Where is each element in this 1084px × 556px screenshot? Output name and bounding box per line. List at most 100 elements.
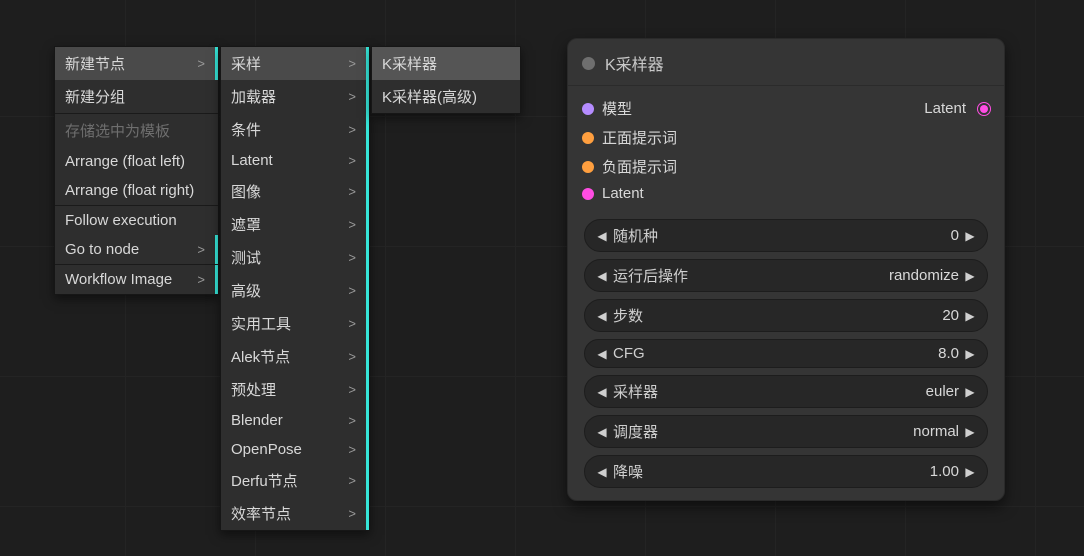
param-value[interactable]: 20 (942, 307, 959, 324)
node-title-bar[interactable]: K采样器 (568, 39, 1004, 86)
menu-item[interactable]: Follow execution (55, 206, 218, 235)
menu-item-label: 新建分组 (65, 86, 125, 107)
menu-item[interactable]: 实用工具> (221, 307, 369, 340)
menu-item[interactable]: 预处理 > (221, 373, 369, 406)
chevron-right-icon[interactable]: ▶ (961, 347, 979, 361)
menu-item-label: Derfu节点 (231, 470, 298, 491)
output-port-latent[interactable] (980, 105, 988, 113)
param-value[interactable]: 8.0 (938, 345, 959, 362)
chevron-right-icon: > (348, 382, 356, 397)
input-port-model[interactable] (582, 103, 594, 115)
menu-item[interactable]: OpenPose > (221, 435, 369, 464)
param-row[interactable]: ◀降噪 1.00▶ (584, 455, 988, 488)
param-row[interactable]: ◀步数20▶ (584, 299, 988, 332)
context-menu-categories[interactable]: 采样>加载器>条件>Latent>图像>遮罩>测试>高级>实用工具>Alek节点… (220, 46, 370, 531)
menu-item[interactable]: 新建分组 (55, 80, 218, 113)
param-row[interactable]: ◀CFG 8.0▶ (584, 339, 988, 368)
input-port-latent[interactable] (582, 188, 594, 200)
chevron-left-icon[interactable]: ◀ (593, 229, 611, 243)
menu-item[interactable]: 加载器 > (221, 80, 369, 113)
menu-item-label: 加载器 (231, 86, 276, 107)
node-params: ◀随机种0▶◀运行后操作randomize▶◀步数20▶◀CFG8.0▶◀采样器… (568, 208, 1004, 488)
menu-item-label: 存储选中为模板 (65, 120, 170, 141)
chevron-right-icon[interactable]: ▶ (961, 269, 979, 283)
chevron-left-icon[interactable]: ◀ (593, 425, 611, 439)
chevron-right-icon[interactable]: ▶ (961, 309, 979, 323)
param-value[interactable]: 0 (951, 227, 959, 244)
menu-item[interactable]: 图像> (221, 175, 369, 208)
menu-item: 存储选中为模板 (55, 114, 218, 147)
chevron-right-icon: > (197, 56, 205, 71)
param-row[interactable]: ◀采样器euler▶ (584, 375, 988, 408)
node-panel-ksampler[interactable]: K采样器 模型 Latent 正面提示词 负面提示词 (567, 38, 1005, 501)
menu-item[interactable]: 高级> (221, 274, 369, 307)
chevron-right-icon[interactable]: ▶ (961, 229, 979, 243)
chevron-right-icon: > (197, 242, 205, 257)
chevron-right-icon: > (348, 89, 356, 104)
menu-item-label: 实用工具 (231, 313, 291, 334)
menu-item-label: 遮罩 (231, 214, 261, 235)
param-label: 运行后操作 (613, 265, 688, 286)
menu-item-label: 高级 (231, 280, 261, 301)
menu-item[interactable]: Latent> (221, 146, 369, 175)
chevron-right-icon: > (348, 413, 356, 428)
menu-item[interactable]: K采样器(高级) (372, 80, 520, 113)
input-port-negative[interactable] (582, 161, 594, 173)
chevron-right-icon[interactable]: ▶ (961, 385, 979, 399)
menu-item[interactable]: Arrange (float right) (55, 176, 218, 205)
param-value[interactable]: normal (913, 423, 959, 440)
menu-item-label: K采样器 (382, 53, 437, 74)
menu-item-label: 采样 (231, 53, 261, 74)
input-port-positive[interactable] (582, 132, 594, 144)
input-label: 正面提示词 (602, 127, 677, 148)
menu-item[interactable]: Derfu节点> (221, 464, 369, 497)
chevron-left-icon[interactable]: ◀ (593, 347, 611, 361)
menu-item-label: Go to node (65, 241, 139, 258)
context-menu-nodes[interactable]: K采样器 K采样器(高级) (371, 46, 521, 114)
chevron-left-icon[interactable]: ◀ (593, 385, 611, 399)
param-label: 随机种 (613, 225, 658, 246)
node-io-area: 模型 Latent 正面提示词 负面提示词 Latent (568, 86, 1004, 208)
output-label: Latent (924, 100, 966, 117)
menu-item-label: OpenPose (231, 441, 302, 458)
menu-item[interactable]: Alek节点> (221, 340, 369, 373)
chevron-right-icon[interactable]: ▶ (961, 425, 979, 439)
param-value[interactable]: randomize (889, 267, 959, 284)
node-title: K采样器 (605, 51, 664, 75)
menu-item[interactable]: 遮罩> (221, 208, 369, 241)
chevron-right-icon: > (348, 250, 356, 265)
menu-item-label: Alek节点 (231, 346, 290, 367)
chevron-left-icon[interactable]: ◀ (593, 465, 611, 479)
menu-item[interactable]: Go to node > (55, 235, 218, 264)
menu-item[interactable]: 新建节点 > (55, 47, 218, 80)
input-label: 模型 (602, 98, 632, 119)
menu-item[interactable]: Workflow Image> (55, 265, 218, 294)
chevron-right-icon: > (348, 153, 356, 168)
menu-item[interactable]: K采样器 (372, 47, 520, 80)
param-value[interactable]: 1.00 (930, 463, 959, 480)
chevron-right-icon: > (348, 442, 356, 457)
menu-item-label: Arrange (float left) (65, 153, 185, 170)
menu-item-label: 新建节点 (65, 53, 125, 74)
param-value[interactable]: euler (926, 383, 959, 400)
param-row[interactable]: ◀运行后操作 randomize▶ (584, 259, 988, 292)
chevron-right-icon[interactable]: ▶ (961, 465, 979, 479)
menu-item-label: Arrange (float right) (65, 182, 194, 199)
menu-item[interactable]: 采样> (221, 47, 369, 80)
param-row[interactable]: ◀随机种 0▶ (584, 219, 988, 252)
menu-item[interactable]: 条件> (221, 113, 369, 146)
menu-item[interactable]: Blender > (221, 406, 369, 435)
menu-item-label: Blender (231, 412, 283, 429)
chevron-left-icon[interactable]: ◀ (593, 269, 611, 283)
menu-item[interactable]: 效率节点> (221, 497, 369, 530)
menu-item-label: 预处理 (231, 379, 276, 400)
param-label: 降噪 (613, 461, 643, 482)
menu-item-label: 条件 (231, 119, 261, 140)
param-row[interactable]: ◀调度器normal▶ (584, 415, 988, 448)
chevron-left-icon[interactable]: ◀ (593, 309, 611, 323)
param-label: CFG (613, 345, 645, 362)
chevron-right-icon: > (348, 184, 356, 199)
context-menu-root[interactable]: 新建节点 > 新建分组存储选中为模板 Arrange (float left) Arra… (54, 46, 219, 295)
menu-item[interactable]: 测试> (221, 241, 369, 274)
menu-item[interactable]: Arrange (float left) (55, 147, 218, 176)
